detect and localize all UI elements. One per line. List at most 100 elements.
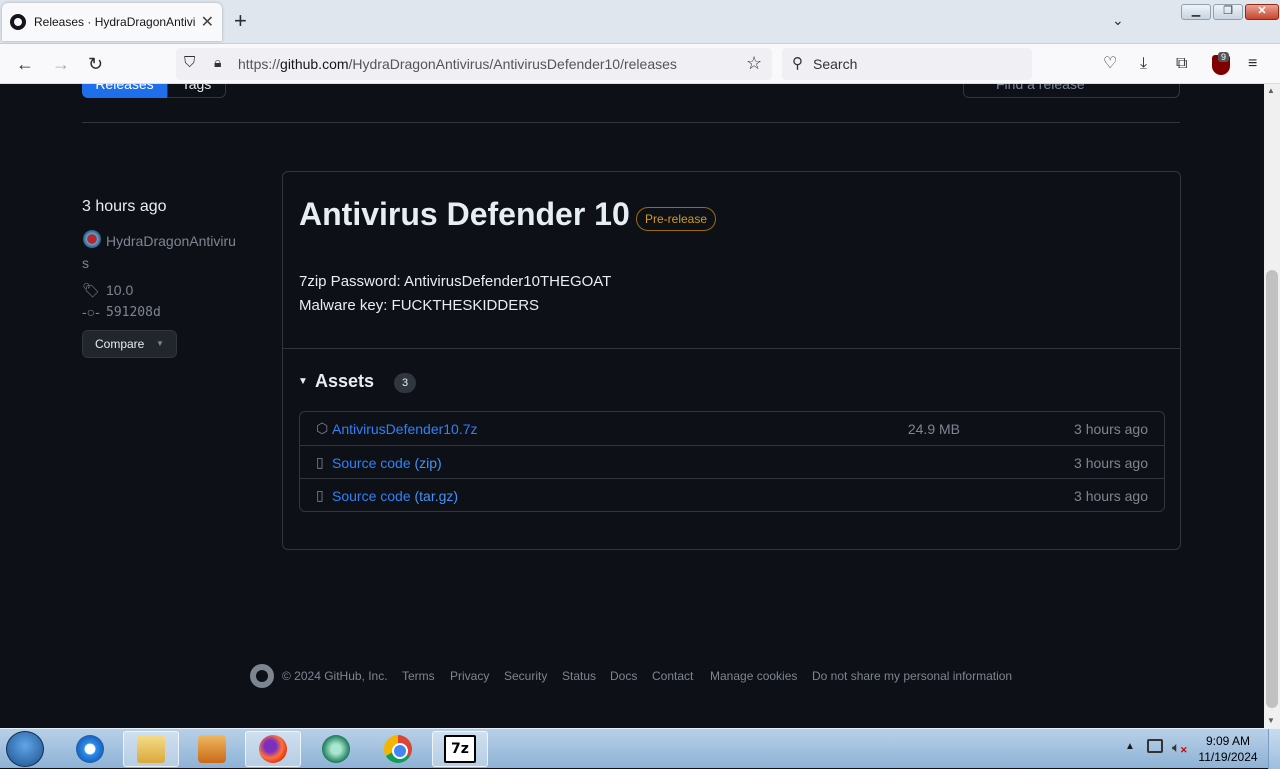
tab-title: Releases · HydraDragonAntiviru — [34, 15, 195, 29]
taskbar-internet-explorer[interactable] — [62, 731, 118, 767]
start-button[interactable] — [6, 731, 44, 767]
footer-link-do-not-share[interactable]: Do not share my personal information — [812, 669, 1012, 683]
github-logo-icon[interactable] — [250, 664, 274, 688]
lock-icon[interactable]: 🔒︎ — [214, 54, 221, 71]
download-icon[interactable]: ⤓ — [1140, 54, 1147, 74]
asset-download-link[interactable]: Source code (zip) — [332, 455, 442, 471]
footer-link-docs[interactable]: Docs — [610, 669, 637, 683]
7zip-icon: 7z — [444, 735, 476, 763]
antivirus-app-icon — [322, 735, 350, 763]
github-favicon-icon — [10, 14, 26, 30]
asset-row: ▯ Source code (tar.gz) 3 hours ago — [300, 478, 1164, 511]
asset-time: 3 hours ago — [1074, 421, 1148, 437]
release-title[interactable]: Antivirus Defender 10 — [299, 196, 630, 233]
network-icon[interactable] — [1147, 739, 1163, 753]
release-notes-line: Malware key: FUCKTHESKIDDERS — [299, 297, 540, 314]
avatar[interactable] — [83, 230, 101, 248]
assets-list: ⬡ AntivirusDefender10.7z 24.9 MB 3 hours… — [299, 411, 1165, 512]
release-author-link[interactable]: HydraDragonAntivirus — [82, 230, 242, 274]
scrollbar-thumb[interactable] — [1266, 270, 1278, 708]
compare-button[interactable]: Compare ▼ — [82, 330, 177, 358]
assets-count-badge: 3 — [394, 373, 416, 393]
browser-navbar: ← → ↻ ⛉ 🔒︎ https://github.com/HydraDrago… — [0, 44, 1280, 84]
tab-releases[interactable]: Releases — [82, 84, 167, 98]
window-minimize-button[interactable]: ▁ — [1181, 4, 1211, 20]
github-releases-page: Releases Tags Find a release 3 hours ago… — [0, 84, 1264, 728]
taskbar-file-explorer[interactable] — [123, 731, 179, 767]
back-arrow-icon[interactable]: ← — [16, 54, 34, 74]
header-divider — [82, 122, 1180, 123]
find-release-input[interactable]: Find a release — [963, 84, 1180, 98]
scroll-up-arrow-icon[interactable]: ▲ — [1267, 86, 1275, 95]
footer-link-security[interactable]: Security — [504, 669, 547, 683]
tab-close-icon[interactable]: ✕ — [201, 12, 214, 32]
folder-icon — [137, 735, 165, 763]
list-all-tabs-chevron-icon[interactable]: ⌄ — [1112, 12, 1124, 29]
chrome-icon — [384, 735, 412, 763]
extensions-icon[interactable]: ⧉ — [1176, 54, 1187, 74]
taskbar-media-center[interactable] — [184, 731, 240, 767]
new-tab-button[interactable]: + — [234, 10, 247, 32]
release-notes-line: 7zip Password: AntivirusDefender10THEGOA… — [299, 273, 612, 290]
asset-row: ⬡ AntivirusDefender10.7z 24.9 MB 3 hours… — [300, 412, 1164, 445]
windows-taskbar: 7z ▲ 🔈︎ ✕ 9:09 AM 11/19/2024 — [0, 728, 1280, 769]
footer-link-privacy[interactable]: Privacy — [450, 669, 489, 683]
asset-download-link[interactable]: AntivirusDefender10.7z — [332, 421, 478, 437]
firefox-icon — [259, 735, 287, 763]
footer-link-contact[interactable]: Contact — [652, 669, 693, 683]
ublock-badge: 9 — [1218, 52, 1230, 62]
taskbar-firefox[interactable] — [245, 731, 301, 767]
release-card: Antivirus Defender 10 Pre-release 7zip P… — [282, 171, 1181, 550]
show-desktop-button[interactable] — [1268, 729, 1280, 769]
pocket-icon[interactable]: ♡ — [1103, 54, 1117, 74]
asset-row: ▯ Source code (zip) 3 hours ago — [300, 445, 1164, 478]
forward-arrow-icon[interactable]: → — [52, 54, 70, 74]
caret-down-icon: ▼ — [156, 339, 164, 348]
internet-explorer-icon — [76, 735, 104, 763]
footer-link-terms[interactable]: Terms — [402, 669, 435, 683]
git-commit-icon: -○- — [82, 304, 100, 320]
asset-download-link[interactable]: Source code (tar.gz) — [332, 488, 458, 504]
url-text[interactable]: https://github.com/HydraDragonAntivirus/… — [238, 56, 677, 72]
search-placeholder: Search — [813, 56, 858, 72]
reload-icon[interactable]: ↻ — [88, 54, 103, 74]
release-tag-link[interactable]: 10.0 — [106, 282, 133, 298]
scroll-down-arrow-icon[interactable]: ▼ — [1267, 716, 1275, 725]
window-restore-button[interactable]: ❐ — [1213, 4, 1243, 20]
taskbar-antivirus-app[interactable] — [308, 731, 364, 767]
search-icon: ⚲ — [792, 55, 803, 72]
file-zip-icon: ▯ — [316, 487, 324, 503]
window-close-button[interactable]: ✕ — [1245, 4, 1279, 20]
bookmark-star-icon[interactable]: ☆ — [746, 53, 762, 74]
card-divider — [283, 348, 1180, 349]
clock-date[interactable]: 11/19/2024 — [1196, 750, 1260, 764]
hamburger-menu-icon[interactable]: ≡ — [1248, 54, 1257, 74]
asset-size: 24.9 MB — [907, 421, 960, 437]
tag-icon: 🏷︎ — [82, 282, 100, 298]
muted-x-icon: ✕ — [1180, 745, 1188, 755]
footer-link-manage-cookies[interactable]: Manage cookies — [710, 669, 797, 683]
search-bar[interactable]: ⚲ Search — [782, 48, 1032, 80]
tracking-shield-icon[interactable]: ⛉ — [184, 54, 195, 71]
compare-label: Compare — [95, 337, 145, 351]
show-hidden-icons-arrow-icon[interactable]: ▲ — [1125, 741, 1135, 752]
asset-time: 3 hours ago — [1074, 455, 1148, 471]
prerelease-badge: Pre-release — [636, 207, 717, 231]
browser-tab[interactable]: Releases · HydraDragonAntiviru ✕ — [2, 3, 222, 41]
taskbar-7zip[interactable]: 7z — [432, 731, 488, 767]
url-bar[interactable]: ⛉ 🔒︎ https://github.com/HydraDragonAntiv… — [176, 48, 772, 80]
browser-titlebar: Releases · HydraDragonAntiviru ✕ + ⌄ ▁ ❐… — [0, 0, 1280, 44]
taskbar-chrome[interactable] — [370, 731, 426, 767]
clock-time[interactable]: 9:09 AM — [1196, 734, 1260, 748]
file-zip-icon: ▯ — [316, 454, 324, 470]
assets-toggle-triangle-icon[interactable]: ▼ — [298, 376, 308, 387]
release-time: 3 hours ago — [82, 198, 167, 215]
asset-time: 3 hours ago — [1074, 488, 1148, 504]
footer-link-status[interactable]: Status — [562, 669, 596, 683]
footer-copyright: © 2024 GitHub, Inc. — [282, 669, 388, 683]
release-commit-link[interactable]: 591208d — [106, 305, 161, 320]
media-player-icon — [198, 735, 226, 763]
assets-heading[interactable]: Assets — [315, 371, 374, 392]
package-icon: ⬡ — [316, 420, 329, 436]
tab-tags[interactable]: Tags — [167, 84, 226, 98]
